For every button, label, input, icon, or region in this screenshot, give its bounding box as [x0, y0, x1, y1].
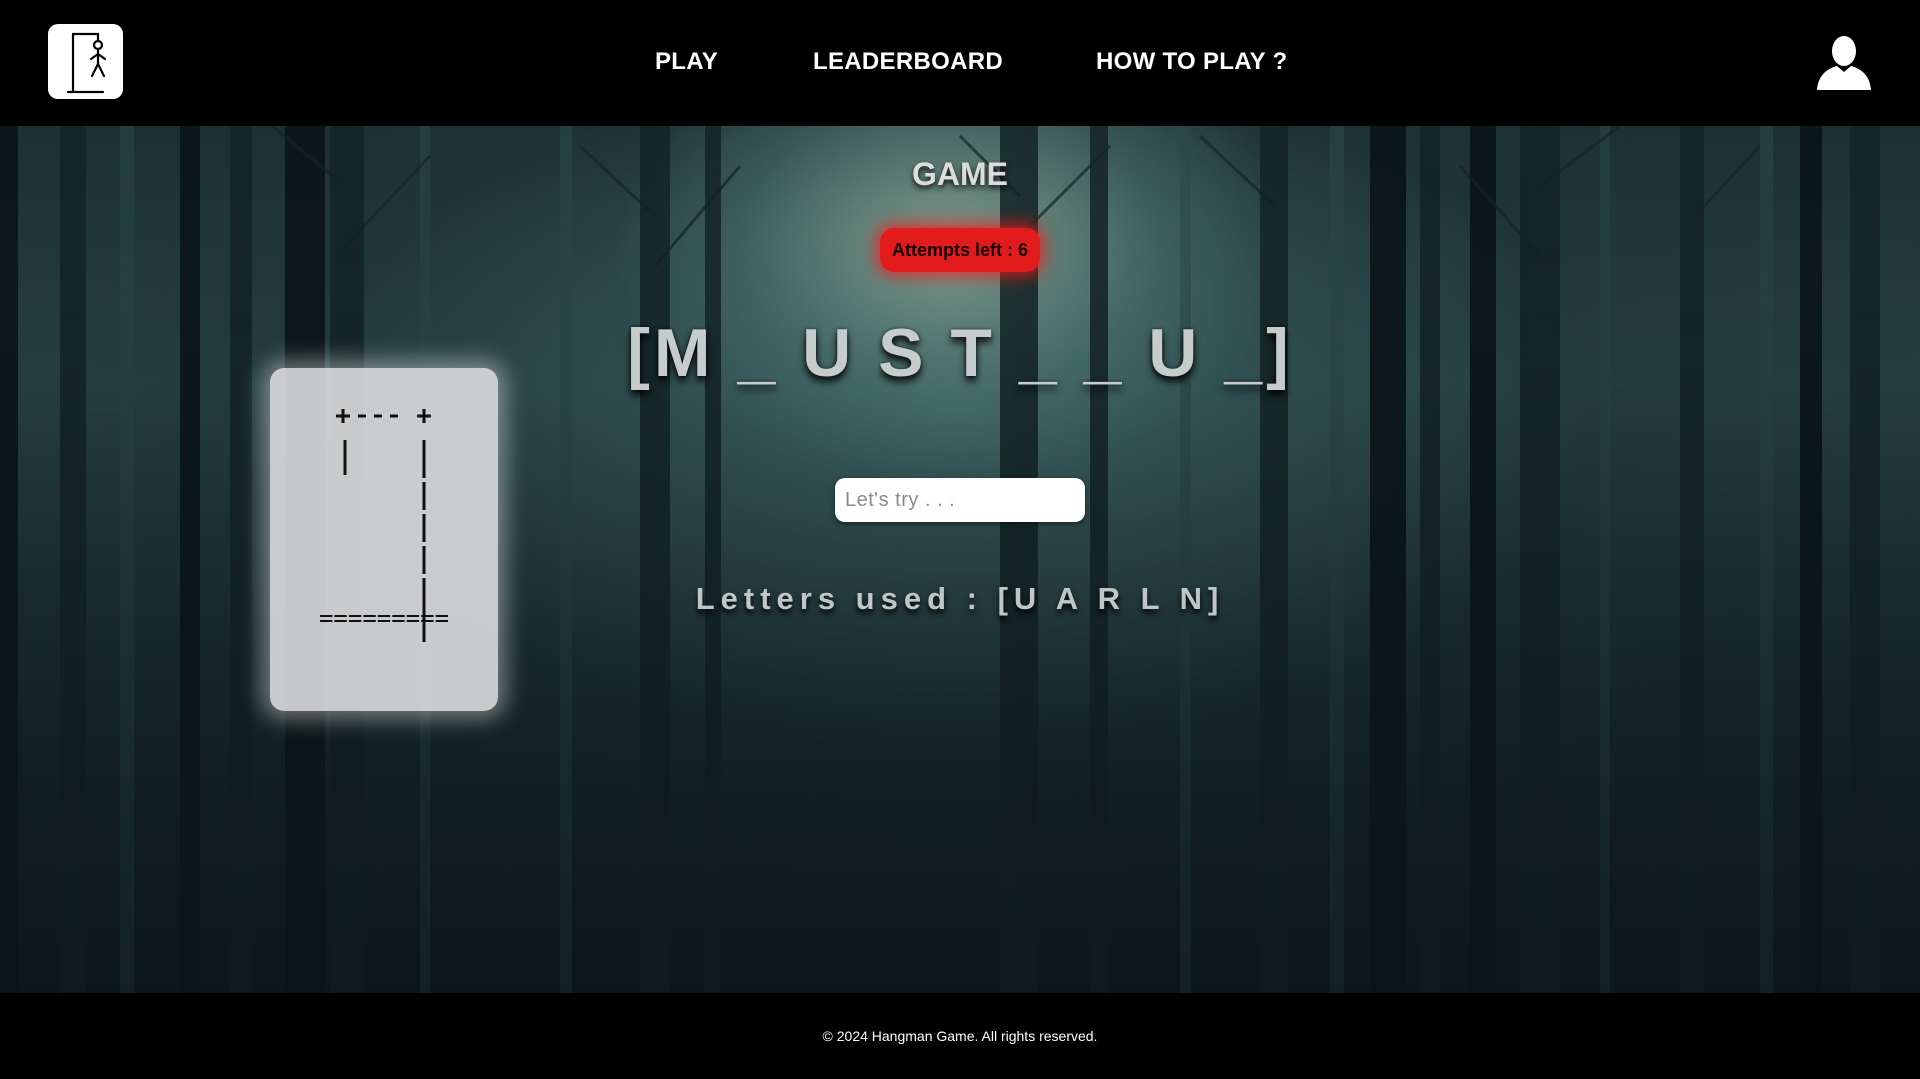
hangman-gallows-drawing [336, 409, 431, 642]
hangman-drawing-card: ========= [270, 368, 498, 711]
forest-background: GAME Attempts left : 6 [M _ U S T _ _ U … [0, 126, 1920, 993]
hangman-app: PLAY LEADERBOARD HOW TO PLAY ? GAME Atte… [0, 0, 1920, 1079]
top-navbar: PLAY LEADERBOARD HOW TO PLAY ? [0, 0, 1920, 126]
game-title: GAME [912, 156, 1008, 192]
gallows-base: ========= [318, 604, 450, 632]
logo[interactable] [48, 24, 123, 99]
guess-input[interactable] [835, 478, 1085, 522]
nav-leaderboard[interactable]: LEADERBOARD [813, 48, 1003, 76]
nav-play[interactable]: PLAY [655, 48, 718, 76]
attempts-left-badge: Attempts left : 6 [880, 228, 1040, 272]
user-icon[interactable] [1815, 34, 1873, 90]
hangman-gallows-icon [66, 32, 107, 94]
footer: © 2024 Hangman Game. All rights reserved… [0, 993, 1920, 1079]
nav-how-to-play[interactable]: HOW TO PLAY ? [1096, 48, 1287, 76]
copyright-text: © 2024 Hangman Game. All rights reserved… [822, 1028, 1098, 1044]
